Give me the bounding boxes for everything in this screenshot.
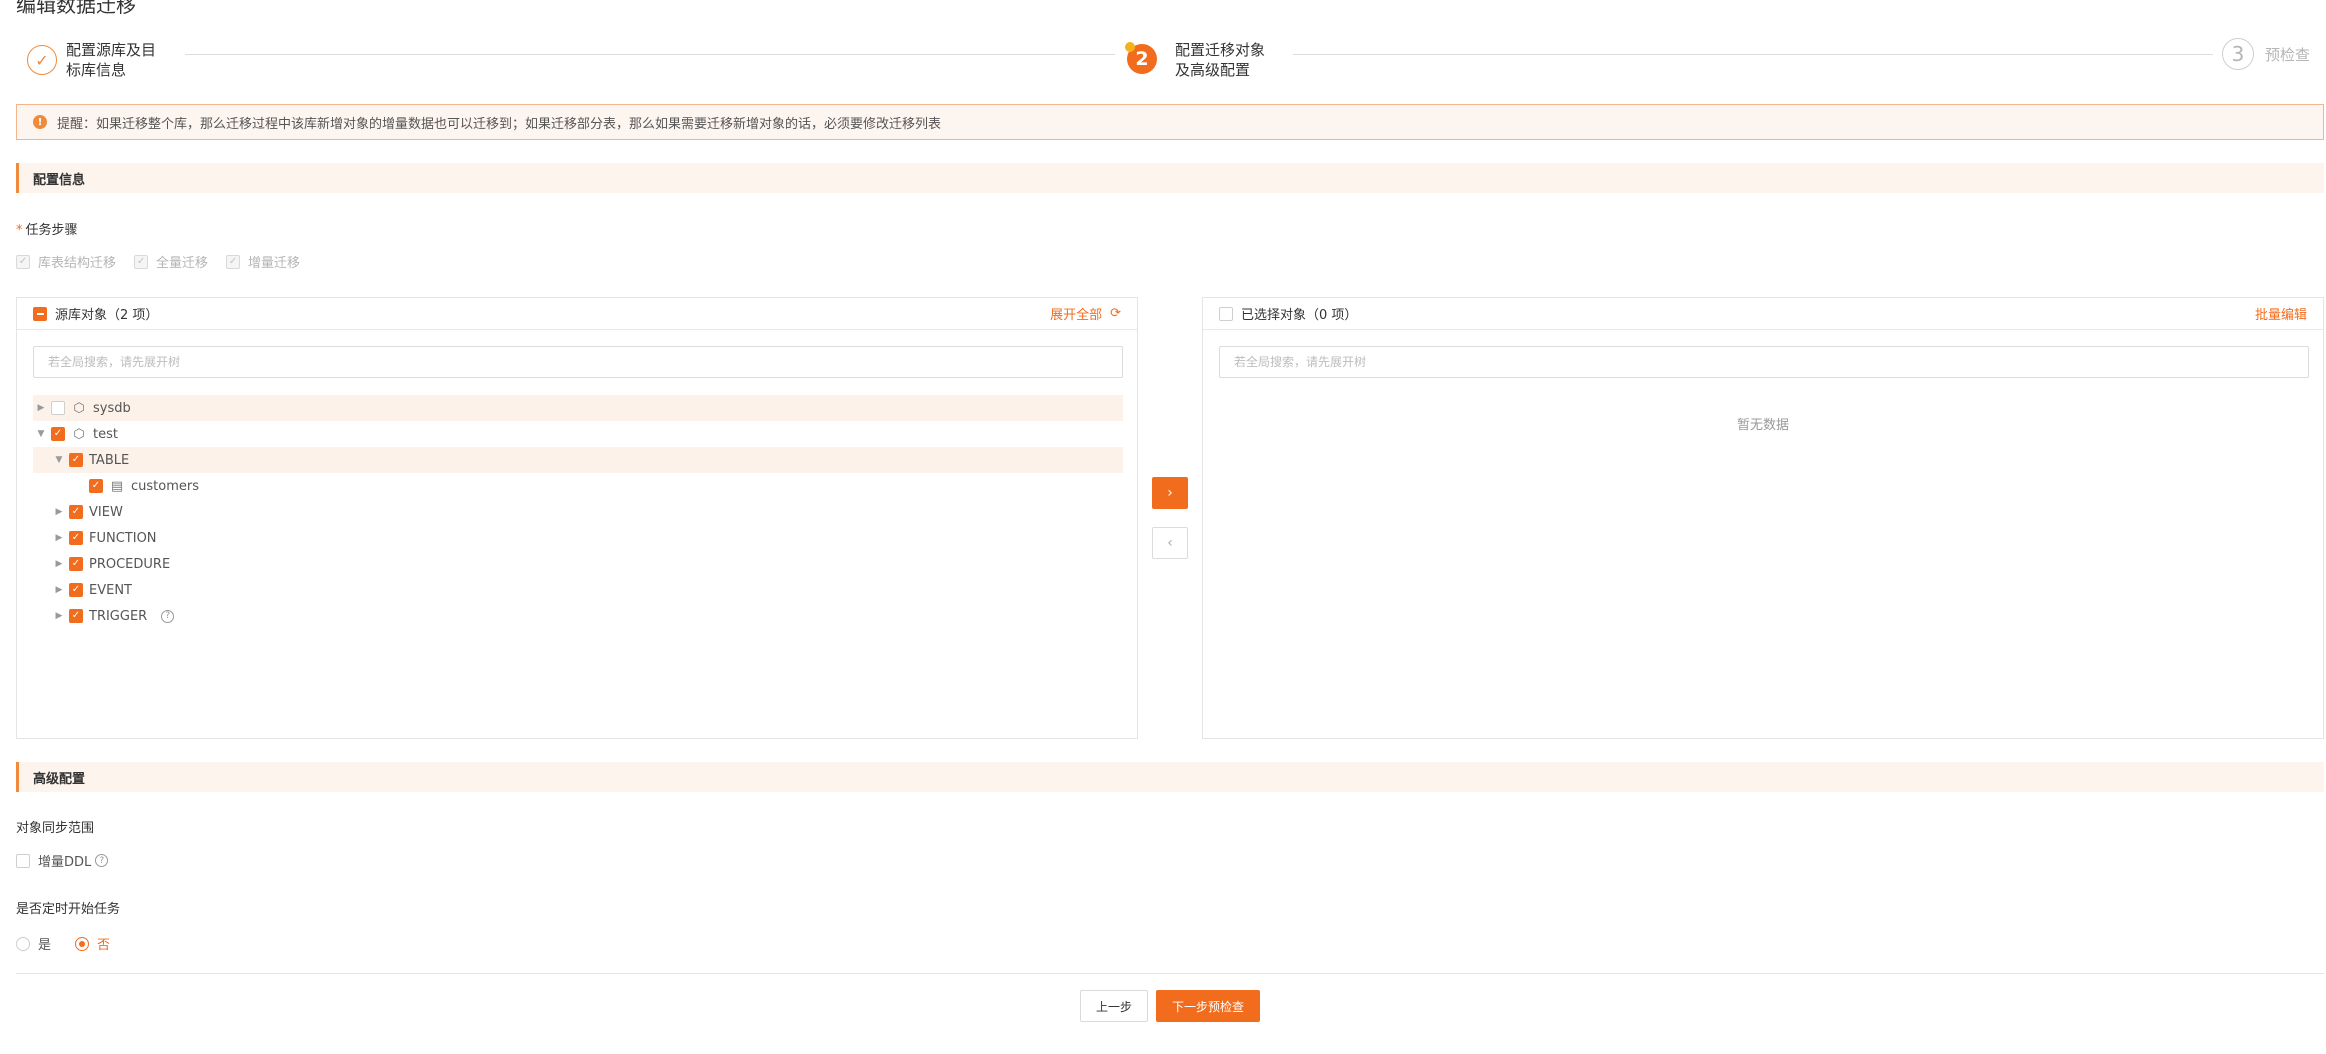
tree-node-label: VIEW [89, 504, 123, 520]
target-panel-title: 已选择对象（0 项） [1241, 308, 1358, 323]
source-panel-title: 源库对象（2 项） [55, 308, 159, 323]
chevron-left-icon: ‹ [1167, 535, 1173, 551]
source-tree: ▶ ⬡ sysdb ▼ ✓ ⬡ test ▼ ✓ TABLE ✓ ▤ custo… [33, 395, 1123, 629]
tree-node-customers[interactable]: ✓ ▤ customers [33, 473, 1123, 499]
tree-node-label: FUNCTION [89, 530, 157, 546]
chevron-right-icon: › [1167, 485, 1173, 501]
step-3-number: 3 [2222, 38, 2254, 70]
task-step-option[interactable]: ✓ 增量迁移 [226, 252, 300, 271]
alert-banner: ! 提醒：如果迁移整个库，那么迁移过程中该库新增对象的增量数据也可以迁移到；如果… [16, 104, 2324, 140]
step-3-label: 预检查 [2265, 46, 2311, 64]
transfer-right-button[interactable]: › [1152, 477, 1188, 509]
tree-node-label: EVENT [89, 582, 132, 598]
tree-node-function[interactable]: ▶ ✓ FUNCTION [33, 525, 1123, 551]
caret-right-icon[interactable]: ▶ [51, 533, 67, 543]
caret-right-icon[interactable]: ▶ [33, 403, 49, 413]
page-title: 编辑数据迁移 [16, 0, 136, 17]
tree-checkbox[interactable]: ✓ [69, 583, 83, 597]
next-precheck-button[interactable]: 下一步预检查 [1156, 990, 1260, 1022]
tree-node-sysdb[interactable]: ▶ ⬡ sysdb [33, 395, 1123, 421]
footer-divider [16, 973, 2324, 974]
tree-checkbox[interactable]: ✓ [69, 453, 83, 467]
tree-node-test[interactable]: ▼ ✓ ⬡ test [33, 421, 1123, 447]
database-icon: ⬡ [73, 400, 85, 416]
step-1-label: 配置源库及目 标库信息 [66, 41, 157, 79]
section-header-config: 配置信息 [16, 163, 2324, 193]
radio-yes-label[interactable]: 是 [38, 934, 51, 953]
tree-checkbox[interactable]: ✓ [51, 427, 65, 441]
tree-checkbox[interactable]: ✓ [89, 479, 103, 493]
step-2-label: 配置迁移对象 及高级配置 [1175, 41, 1266, 79]
caret-right-icon[interactable]: ▶ [51, 559, 67, 569]
tree-node-trigger[interactable]: ▶ ✓ TRIGGER ? [33, 603, 1123, 629]
expand-all-link[interactable]: 展开全部 [1050, 304, 1102, 323]
caret-down-icon[interactable]: ▼ [33, 429, 49, 439]
tree-checkbox[interactable]: ✓ [69, 505, 83, 519]
tree-node-label: test [93, 426, 118, 442]
checkbox-icon[interactable]: ✓ [226, 254, 241, 269]
task-steps-label: * 任务步骤 [16, 223, 78, 238]
tree-node-procedure[interactable]: ▶ ✓ PROCEDURE [33, 551, 1123, 577]
target-search-input[interactable] [1219, 346, 2309, 378]
help-icon[interactable]: ? [161, 609, 175, 623]
select-all-checkbox[interactable] [33, 306, 47, 321]
help-icon[interactable]: ? [95, 854, 109, 867]
table-icon: ▤ [110, 478, 124, 494]
select-all-checkbox[interactable] [1219, 306, 1233, 321]
tree-node-label: customers [131, 478, 199, 494]
source-panel-header: 源库对象（2 项） 展开全部 ⟳ [17, 298, 1137, 330]
task-step-option[interactable]: ✓ 库表结构迁移 [16, 252, 116, 271]
tree-node-label: TRIGGER [89, 608, 148, 624]
tree-node-label: TABLE [89, 452, 130, 468]
step-connector [185, 54, 1115, 55]
prev-step-button[interactable]: 上一步 [1080, 990, 1148, 1022]
alert-text: 提醒：如果迁移整个库，那么迁移过程中该库新增对象的增量数据也可以迁移到；如果迁移… [57, 116, 942, 132]
checkbox-icon[interactable]: ✓ [16, 254, 30, 269]
checkbox-icon[interactable]: ✓ [134, 254, 149, 269]
warning-icon: ! [33, 115, 47, 129]
step-connector [1293, 54, 2213, 55]
tree-node-event[interactable]: ▶ ✓ EVENT [33, 577, 1123, 603]
refresh-icon[interactable]: ⟳ [1110, 306, 1121, 321]
database-icon: ⬡ [73, 426, 85, 442]
caret-down-icon[interactable]: ▼ [51, 455, 67, 465]
tree-node-label: PROCEDURE [89, 556, 171, 572]
caret-right-icon[interactable]: ▶ [51, 611, 67, 621]
batch-edit-link[interactable]: 批量编辑 [2255, 304, 2307, 323]
tree-node-table[interactable]: ▼ ✓ TABLE [33, 447, 1123, 473]
caret-right-icon[interactable]: ▶ [51, 585, 67, 595]
schedule-radio-group: 是 否 [16, 934, 110, 953]
target-panel-header: 已选择对象（0 项） 批量编辑 [1203, 298, 2323, 330]
task-step-option[interactable]: ✓ 全量迁移 [134, 252, 208, 271]
selected-objects-panel: 已选择对象（0 项） 批量编辑 暂无数据 [1202, 297, 2324, 739]
empty-text: 暂无数据 [1736, 418, 1789, 433]
tree-checkbox[interactable]: ✓ [69, 609, 83, 623]
transfer-left-button[interactable]: ‹ [1152, 527, 1188, 559]
source-search-input[interactable] [33, 346, 1123, 378]
tree-checkbox[interactable] [51, 401, 65, 415]
task-steps-group: ✓ 库表结构迁移 ✓ 全量迁移 ✓ 增量迁移 [16, 252, 300, 271]
radio-no-label[interactable]: 否 [97, 934, 110, 953]
sync-scope-label: 对象同步范围 [16, 821, 95, 836]
incremental-ddl-option[interactable]: 增量DDL ? [16, 851, 109, 870]
check-icon: ✓ [27, 45, 57, 75]
caret-right-icon[interactable]: ▶ [51, 507, 67, 517]
ddl-label: 增量DDL [38, 855, 92, 870]
active-dot-icon [1125, 42, 1135, 52]
tree-node-label: sysdb [93, 400, 131, 416]
tree-checkbox[interactable]: ✓ [69, 531, 83, 545]
tree-node-view[interactable]: ▶ ✓ VIEW [33, 499, 1123, 525]
ddl-checkbox[interactable] [16, 853, 30, 868]
radio-no[interactable] [75, 936, 90, 951]
section-header-advanced: 高级配置 [16, 762, 2324, 792]
source-objects-panel: 源库对象（2 项） 展开全部 ⟳ ▶ ⬡ sysdb ▼ ✓ ⬡ test ▼ … [16, 297, 1138, 739]
tree-checkbox[interactable]: ✓ [69, 557, 83, 571]
schedule-label: 是否定时开始任务 [16, 902, 121, 917]
step-2-number: 2 [1125, 42, 1157, 74]
radio-yes[interactable] [16, 936, 30, 951]
